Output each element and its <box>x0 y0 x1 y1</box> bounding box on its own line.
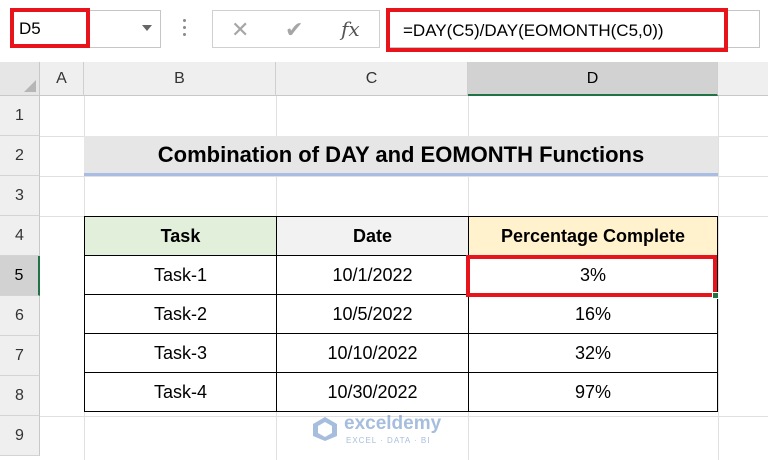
column-header-c[interactable]: C <box>276 62 468 96</box>
row-header-2[interactable]: 2 <box>0 136 40 176</box>
cell-date[interactable]: 10/1/2022 <box>276 255 469 295</box>
row-header-6[interactable]: 6 <box>0 296 40 336</box>
cell-date[interactable]: 10/30/2022 <box>276 372 469 412</box>
column-header-e[interactable] <box>718 62 768 96</box>
enter-icon[interactable]: ✔ <box>285 17 303 43</box>
column-header-d[interactable]: D <box>468 62 718 96</box>
row-header-8[interactable]: 8 <box>0 376 40 416</box>
cell-percentage[interactable]: 16% <box>468 294 718 334</box>
cell-percentage[interactable]: 97% <box>468 372 718 412</box>
gridline <box>718 96 719 460</box>
insert-function-icon[interactable]: fx <box>341 17 360 41</box>
column-header-b[interactable]: B <box>84 62 276 96</box>
watermark-name: exceldemy <box>344 413 442 434</box>
header-task[interactable]: Task <box>84 216 277 256</box>
select-all-button[interactable] <box>0 62 40 96</box>
formula-buttons: ✕ ✔ fx <box>212 10 380 48</box>
cell-task[interactable]: Task-1 <box>84 255 277 295</box>
cell-percentage[interactable]: 32% <box>468 333 718 373</box>
formula-highlight <box>386 8 728 52</box>
name-box-highlight <box>10 8 90 48</box>
row-header-9[interactable]: 9 <box>0 416 40 456</box>
row-header-1[interactable]: 1 <box>0 96 40 136</box>
cell-task[interactable]: Task-2 <box>84 294 277 334</box>
watermark-tagline: EXCEL · DATA · BI <box>346 436 431 445</box>
gridline <box>40 176 768 177</box>
cell-task[interactable]: Task-4 <box>84 372 277 412</box>
watermark: exceldemy EXCEL · DATA · BI <box>312 412 472 448</box>
chevron-down-icon[interactable] <box>142 25 152 31</box>
drag-handle-icon[interactable] <box>183 19 187 39</box>
exceldemy-logo-icon <box>313 417 337 441</box>
cell-date[interactable]: 10/10/2022 <box>276 333 469 373</box>
row-header-7[interactable]: 7 <box>0 336 40 376</box>
row-header-5[interactable]: 5 <box>0 256 40 296</box>
cell-date[interactable]: 10/5/2022 <box>276 294 469 334</box>
column-header-a[interactable]: A <box>40 62 84 96</box>
cancel-icon[interactable]: ✕ <box>231 17 249 43</box>
header-date[interactable]: Date <box>276 216 469 256</box>
fill-handle[interactable] <box>712 292 719 299</box>
selected-cell-highlight <box>466 255 717 297</box>
sheet-title[interactable]: Combination of DAY and EOMONTH Functions <box>84 136 718 176</box>
header-percentage[interactable]: Percentage Complete <box>468 216 718 256</box>
cell-task[interactable]: Task-3 <box>84 333 277 373</box>
row-header-4[interactable]: 4 <box>0 216 40 256</box>
row-header-3[interactable]: 3 <box>0 176 40 216</box>
